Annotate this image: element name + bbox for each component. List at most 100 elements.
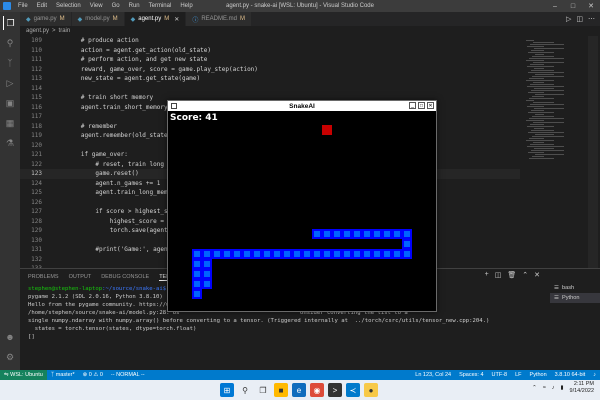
windows-taskbar: ⊞ ⚲ ❐ ■ e ◉ > ≺ ● ⌃ ≈ ♪ ▮ 2:11 PM 9/14/2… [0, 380, 600, 400]
task-view-icon[interactable]: ❐ [256, 383, 270, 397]
game-canvas[interactable]: Score: 41 [168, 111, 436, 311]
status-item[interactable]: Ln 123, Col 24 [411, 372, 455, 378]
game-board [192, 125, 412, 299]
close-icon[interactable]: ✕ [582, 0, 600, 12]
new-terminal-icon[interactable]: + [485, 271, 489, 279]
remote-indicator[interactable]: ⇋ WSL: Ubuntu [0, 370, 47, 380]
terminal-text: pygame 2.1.2 (SDL 2.0.16, Python 3.8.10) [28, 294, 163, 300]
start-icon[interactable]: ⊞ [220, 383, 234, 397]
minimap-line [531, 150, 564, 151]
snakeai-window[interactable]: SnakeAI _ □ ✕ Score: 41 [167, 100, 437, 312]
status-item[interactable]: LF [511, 372, 525, 378]
code-line[interactable]: 109 # produce action [20, 36, 520, 46]
notifications-bell-icon[interactable]: ♪ [589, 372, 600, 378]
terminal-list-item[interactable]: ☰ Python [550, 293, 600, 303]
python-taskbar-icon[interactable]: ● [364, 383, 378, 397]
code-line[interactable]: 113 new_state = agent.get_state(game) [20, 74, 520, 84]
menu-item-go[interactable]: Go [112, 3, 120, 9]
status-item[interactable]: UTF-8 [488, 372, 512, 378]
trash-icon[interactable]: 🗑 [507, 271, 516, 279]
more-actions-icon[interactable]: ⋯ [588, 15, 595, 23]
panel-tab-output[interactable]: OUTPUT [69, 274, 92, 280]
panel-actions: + ◫ 🗑 ⌃ ✕ [485, 271, 540, 279]
menu-item-edit[interactable]: Edit [37, 3, 47, 9]
breadcrumb-file[interactable]: agent.py [26, 28, 49, 34]
editor-scrollbar[interactable] [588, 36, 598, 268]
menu-item-file[interactable]: File [18, 3, 28, 9]
minimap-line [527, 126, 554, 127]
menu-item-help[interactable]: Help [180, 3, 192, 9]
edge-browser-icon[interactable]: e [292, 383, 306, 397]
panel-tab-debug-console[interactable]: DEBUG CONSOLE [101, 274, 149, 280]
remote-explorer-icon[interactable]: ▣ [3, 96, 17, 110]
breadcrumb: agent.py > train [20, 26, 600, 36]
speaker-icon[interactable]: ♪ [552, 385, 555, 391]
snake-maximize-icon[interactable]: □ [418, 102, 425, 109]
snakeai-titlebar[interactable]: SnakeAI _ □ ✕ [168, 101, 436, 111]
run-python-icon[interactable]: ▷ [566, 15, 571, 23]
split-terminal-icon[interactable]: ◫ [495, 271, 502, 279]
search-icon[interactable]: ⚲ [3, 36, 17, 50]
tab-agent-py[interactable]: ◆ agent.py M ✕ [124, 12, 187, 26]
minimap-line [526, 60, 544, 61]
code-line[interactable]: 112 reward, game_over, score = game.play… [20, 65, 520, 75]
minimize-icon[interactable]: – [546, 0, 564, 12]
minimap-line [530, 84, 554, 85]
terminal-list-item[interactable]: ☰ bash [550, 283, 600, 293]
modified-badge: M [164, 16, 170, 22]
menu-bar: File Edit Selection View Go Run Terminal Help [18, 3, 193, 9]
minimap-line [527, 86, 564, 87]
problems-indicator[interactable]: ⊗ 0 ⚠ 0 [79, 372, 107, 378]
settings-gear-icon[interactable]: ⚙ [3, 350, 17, 364]
menu-item-view[interactable]: View [90, 3, 103, 9]
snake-minimize-icon[interactable]: _ [409, 102, 416, 109]
breadcrumb-symbol[interactable]: train [59, 28, 71, 34]
close-panel-icon[interactable]: ✕ [534, 271, 540, 279]
code-line[interactable]: 111 # perform action, and get new state [20, 55, 520, 65]
minimap-line [532, 136, 564, 137]
menu-item-selection[interactable]: Selection [56, 3, 81, 9]
tab-game-py[interactable]: ◆ game.py M [20, 12, 72, 26]
minimap-line [534, 68, 544, 69]
error-count: 0 [88, 372, 92, 378]
code-line[interactable]: 110 action = agent.get_action(old_state) [20, 46, 520, 56]
search-taskbar-icon[interactable]: ⚲ [238, 383, 252, 397]
panel-tab-problems[interactable]: PROBLEMS [28, 274, 59, 280]
menu-item-terminal[interactable]: Terminal [149, 3, 172, 9]
status-item[interactable]: Python [526, 372, 551, 378]
chevron-up-tray-icon[interactable]: ⌃ [532, 385, 537, 391]
menu-item-run[interactable]: Run [129, 3, 140, 9]
testing-icon[interactable]: ⚗ [3, 136, 17, 150]
chrome-icon[interactable]: ◉ [310, 383, 324, 397]
line-number: 113 [31, 75, 42, 82]
snake-segment-inner [244, 251, 250, 257]
status-item[interactable]: Spaces: 4 [455, 372, 487, 378]
source-control-icon[interactable]: ᛉ [3, 56, 17, 70]
tab-model-py[interactable]: ◆ model.py M [71, 12, 125, 26]
clock[interactable]: 2:11 PM 9/14/2022 [570, 381, 594, 395]
minimap-line [527, 146, 564, 147]
snake-close-icon[interactable]: ✕ [427, 102, 434, 109]
extensions-icon[interactable]: ▦ [3, 116, 17, 130]
snake-segment-inner [194, 261, 200, 267]
terminal-app-icon[interactable]: > [328, 383, 342, 397]
line-number: 110 [31, 46, 42, 54]
run-debug-icon[interactable]: ▷ [3, 76, 17, 90]
vscode-taskbar-icon[interactable]: ≺ [346, 383, 360, 397]
chevron-up-icon[interactable]: ⌃ [522, 271, 528, 279]
branch-indicator[interactable]: ᛉ master* [47, 372, 79, 378]
code-line[interactable]: 114 [20, 84, 520, 94]
battery-icon[interactable]: ▮ [561, 385, 564, 391]
minimap-line [531, 50, 544, 51]
minimap[interactable] [520, 36, 586, 268]
minimap-line [528, 152, 544, 153]
explorer-icon[interactable]: ❐ [3, 16, 17, 30]
close-tab-icon[interactable]: ✕ [174, 16, 179, 23]
file-explorer-icon[interactable]: ■ [274, 383, 288, 397]
split-editor-icon[interactable]: ◫ [576, 15, 583, 23]
wifi-icon[interactable]: ≈ [543, 385, 546, 391]
maximize-icon[interactable]: □ [564, 0, 582, 12]
account-icon[interactable]: ☻ [3, 330, 17, 344]
status-item[interactable]: 3.8.10 64-bit [551, 372, 590, 378]
tab-readme-md[interactable]: ⓘ README.md M [186, 12, 252, 26]
